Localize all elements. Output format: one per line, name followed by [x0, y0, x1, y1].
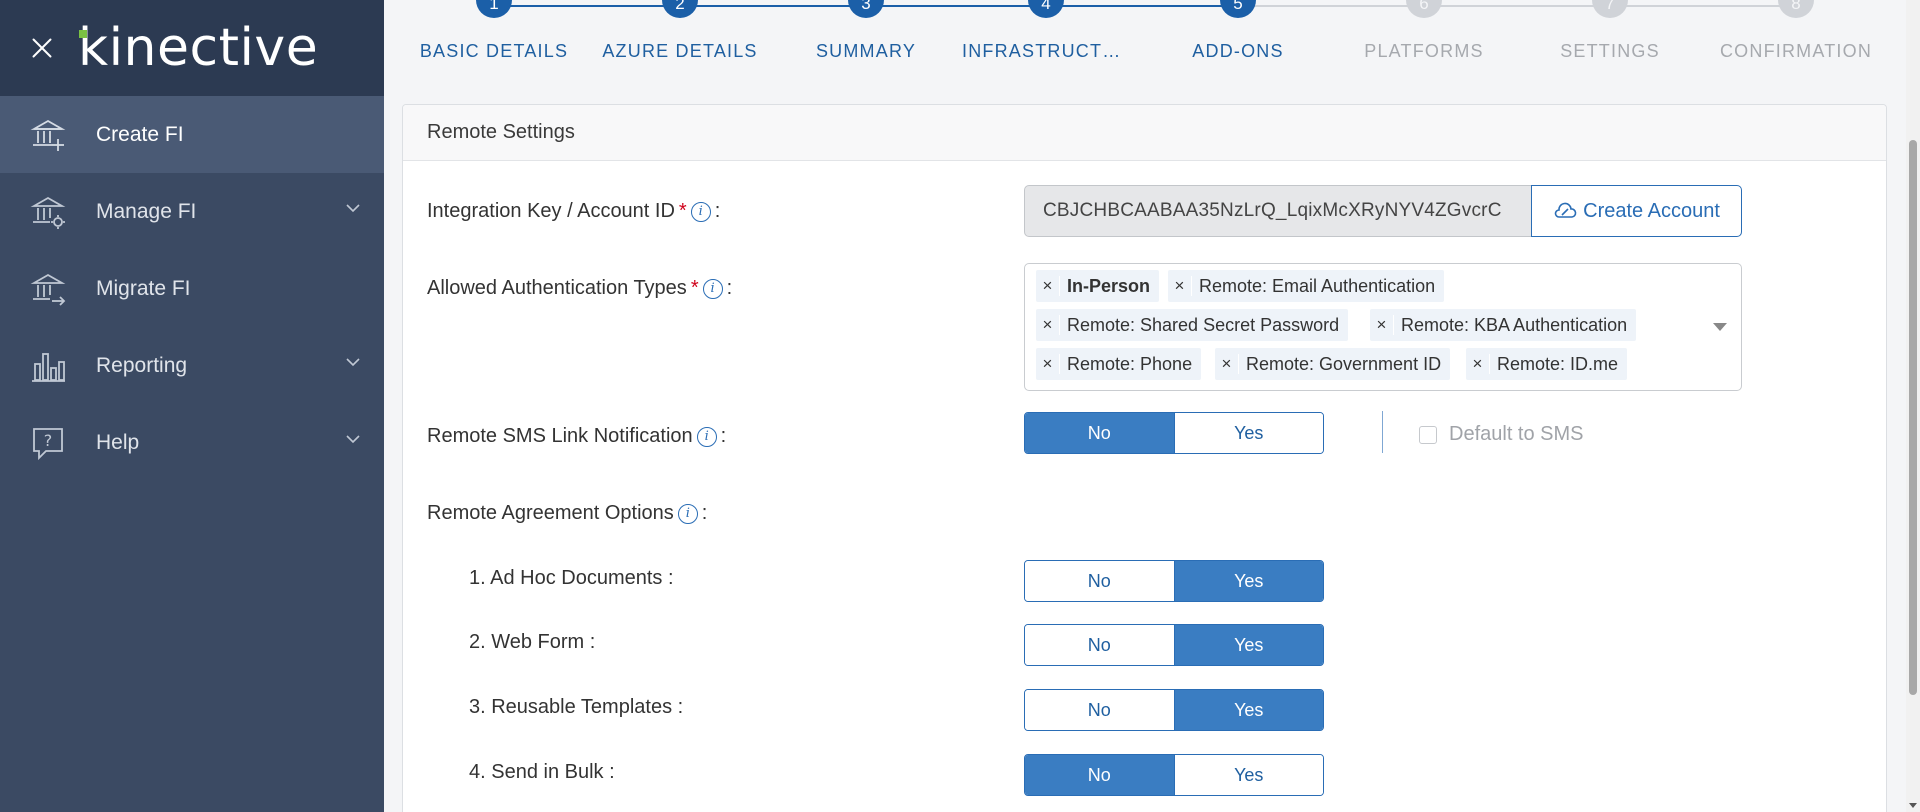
- sidebar-item-label: Create FI: [96, 122, 184, 146]
- send-in-bulk-toggle: No Yes: [1024, 754, 1324, 796]
- cloud-pencil-icon: [1554, 202, 1577, 218]
- reusable-templates-toggle: No Yes: [1024, 689, 1324, 731]
- tag-phone: × Remote: Phone: [1036, 348, 1202, 380]
- toggle-yes-button[interactable]: Yes: [1173, 413, 1323, 453]
- chevron-down-icon: [346, 204, 360, 213]
- stepper-line-pending: [1238, 5, 1796, 7]
- remove-tag-icon[interactable]: ×: [1370, 315, 1394, 335]
- toggle-yes-button[interactable]: Yes: [1173, 690, 1323, 730]
- tag-in-person: × In-Person: [1036, 270, 1160, 302]
- close-icon[interactable]: [28, 34, 56, 62]
- info-icon[interactable]: i: [696, 426, 717, 447]
- reusable-templates-label: 3. Reusable Templates :: [469, 696, 684, 718]
- toggle-yes-button[interactable]: Yes: [1173, 625, 1323, 665]
- toggle-yes-button[interactable]: Yes: [1173, 561, 1323, 601]
- dropdown-arrow-icon[interactable]: [1713, 323, 1727, 331]
- info-icon[interactable]: i: [702, 278, 723, 299]
- auth-types-multiselect[interactable]: × In-Person × Remote: Email Authentication…: [1024, 263, 1742, 391]
- ad-hoc-documents-toggle: No Yes: [1024, 560, 1324, 602]
- sidebar-item-label: Help: [96, 430, 140, 454]
- tag-kba-auth: × Remote: KBA Authentication: [1370, 309, 1637, 341]
- web-form-label: 2. Web Form :: [469, 631, 596, 653]
- info-icon[interactable]: i: [677, 503, 698, 524]
- sidebar-item-label: Reporting: [96, 353, 188, 377]
- logo-dot: [79, 30, 87, 38]
- sidebar-item-reporting[interactable]: Reporting: [0, 327, 384, 404]
- remove-tag-icon[interactable]: ×: [1036, 315, 1060, 335]
- toggle-no-button[interactable]: No: [1025, 755, 1174, 795]
- chevron-down-icon: [346, 435, 360, 444]
- info-icon[interactable]: i: [690, 201, 711, 222]
- bank-plus-icon: [30, 117, 66, 153]
- help-bubble-icon: ?: [30, 425, 66, 461]
- divider: [1382, 411, 1383, 453]
- default-to-sms-checkbox[interactable]: Default to SMS: [1419, 423, 1584, 446]
- scroll-down-arrow-icon[interactable]: [1909, 803, 1917, 808]
- sms-notification-label: Remote SMS Link Notification i:: [427, 425, 727, 447]
- tag-id-me: × Remote: ID.me: [1466, 348, 1628, 380]
- remove-tag-icon[interactable]: ×: [1168, 276, 1192, 296]
- integration-key-input[interactable]: CBJCHBCAABAA35NzLrQ_LqixMcXRyNYV4ZGvcrC: [1024, 185, 1532, 237]
- sidebar-item-manage-fi[interactable]: Manage FI: [0, 173, 384, 250]
- toggle-no-button[interactable]: No: [1025, 561, 1174, 601]
- bar-chart-icon: [30, 348, 66, 384]
- remove-tag-icon[interactable]: ×: [1466, 354, 1490, 374]
- svg-text:?: ?: [44, 431, 53, 450]
- sms-notification-toggle: No Yes: [1024, 412, 1324, 454]
- sidebar-item-label: Manage FI: [96, 199, 197, 223]
- ad-hoc-documents-label: 1. Ad Hoc Documents :: [469, 567, 674, 589]
- toggle-no-button[interactable]: No: [1025, 413, 1174, 453]
- scrollbar[interactable]: [1906, 0, 1920, 812]
- integration-key-label: Integration Key / Account ID * i:: [427, 200, 721, 222]
- sidebar-item-help[interactable]: ? Help: [0, 404, 384, 481]
- tag-email-auth: × Remote: Email Authentication: [1168, 270, 1445, 302]
- checkbox-box[interactable]: [1419, 425, 1437, 444]
- agreement-options-label: Remote Agreement Options i:: [427, 502, 708, 524]
- scrollbar-thumb[interactable]: [1909, 140, 1917, 695]
- sidebar-item-label: Migrate FI: [96, 276, 191, 300]
- tag-shared-secret: × Remote: Shared Secret Password: [1036, 309, 1349, 341]
- send-in-bulk-label: 4. Send in Bulk :: [469, 761, 615, 783]
- remove-tag-icon[interactable]: ×: [1036, 276, 1060, 296]
- tag-government-id: × Remote: Government ID: [1215, 348, 1451, 380]
- create-account-button[interactable]: Create Account: [1531, 185, 1742, 237]
- wizard-stepper: 1 BASIC DETAILS 2 AZURE DETAILS 3 SUMMAR…: [400, 0, 1880, 80]
- remote-settings-card: Remote Settings Integration Key / Accoun…: [402, 104, 1887, 812]
- toggle-no-button[interactable]: No: [1025, 625, 1174, 665]
- chevron-down-icon: [346, 358, 360, 367]
- remove-tag-icon[interactable]: ×: [1036, 354, 1060, 374]
- required-marker: *: [690, 277, 699, 299]
- sidebar-header: kinective: [0, 0, 384, 96]
- toggle-yes-button[interactable]: Yes: [1173, 755, 1323, 795]
- sidebar-item-migrate-fi[interactable]: Migrate FI: [0, 250, 384, 327]
- bank-arrow-icon: [30, 271, 66, 307]
- sidebar-item-create-fi[interactable]: Create FI: [0, 96, 384, 173]
- card-title: Remote Settings: [403, 105, 1886, 161]
- toggle-no-button[interactable]: No: [1025, 690, 1174, 730]
- remove-tag-icon[interactable]: ×: [1215, 354, 1239, 374]
- web-form-toggle: No Yes: [1024, 624, 1324, 666]
- required-marker: *: [678, 200, 687, 222]
- auth-types-label: Allowed Authentication Types * i:: [427, 277, 733, 299]
- logo: kinective: [78, 18, 319, 78]
- bank-gear-icon: [30, 194, 66, 230]
- sidebar: kinective Create FI Manage FI Migrate FI…: [0, 0, 384, 812]
